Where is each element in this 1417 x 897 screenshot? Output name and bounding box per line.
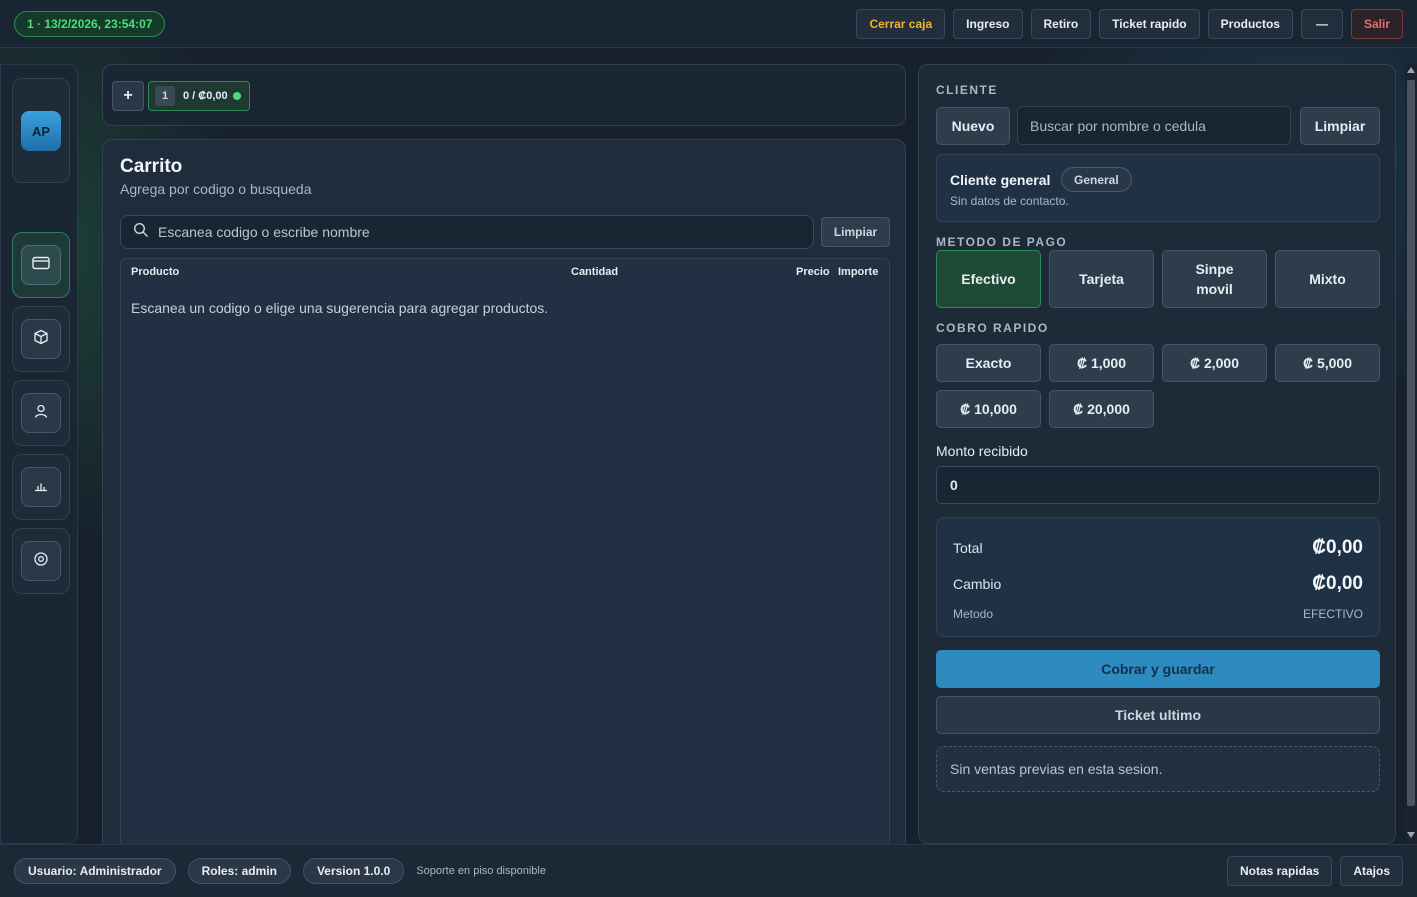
support-status: Soporte en piso disponible: [416, 865, 546, 877]
footer-actions: Notas rapidas Atajos: [1226, 856, 1403, 886]
payment-mixed-button[interactable]: Mixto: [1275, 250, 1380, 308]
empty-cart-message: Escanea un codigo o elige una sugerencia…: [131, 300, 549, 316]
top-bar: 1 · 13/2/2026, 23:54:07 Cerrar caja Ingr…: [0, 0, 1417, 48]
scrollbar[interactable]: [1405, 64, 1417, 844]
quick-exact-button[interactable]: Exacto: [936, 344, 1041, 382]
shortcuts-button[interactable]: Atajos: [1340, 856, 1403, 886]
amount-received-box: [936, 466, 1380, 504]
user-badge: Usuario: Administrador: [14, 858, 176, 884]
payment-summary: Total ₡0,00 Cambio ₡0,00 Metodo EFECTIVO: [936, 517, 1380, 637]
add-cart-button[interactable]: +: [112, 81, 144, 111]
sidebar-item-sales[interactable]: [12, 232, 70, 298]
footer: Usuario: Administrador Roles: admin Vers…: [0, 844, 1417, 897]
previous-sales-message: Sin ventas previas en esta sesion.: [936, 746, 1380, 792]
last-ticket-button[interactable]: Ticket ultimo: [936, 696, 1380, 734]
sidebar-item-reports[interactable]: [12, 454, 70, 520]
quick-5000-button[interactable]: ₡ 5,000: [1275, 344, 1380, 382]
sidebar-item-settings[interactable]: [12, 528, 70, 594]
column-header-product: Producto: [131, 266, 180, 278]
credit-card-icon: [32, 256, 50, 275]
scroll-up-icon[interactable]: [1407, 67, 1415, 73]
client-card[interactable]: Cliente general General Sin datos de con…: [936, 154, 1380, 222]
payment-card-button[interactable]: Tarjeta: [1049, 250, 1154, 308]
client-section-label: CLIENTE: [936, 83, 998, 97]
payment-sinpe-button[interactable]: Sinpe movil: [1162, 250, 1267, 308]
minimize-button[interactable]: —: [1300, 8, 1343, 39]
total-label: Total: [953, 540, 983, 556]
sidebar-item-clients[interactable]: [12, 380, 70, 446]
client-search-box: [1017, 106, 1291, 145]
exit-button[interactable]: Salir: [1350, 8, 1403, 39]
payment-cash-button[interactable]: Efectivo: [936, 250, 1041, 308]
search-icon: [133, 222, 149, 243]
amount-received-input[interactable]: [950, 477, 1370, 493]
user-icon: [33, 403, 49, 424]
cart-tab[interactable]: 1 0 / ₡0,00: [148, 81, 250, 111]
session-badge: 1 · 13/2/2026, 23:54:07: [14, 10, 166, 37]
client-name: Cliente general: [950, 172, 1051, 188]
method-label: Metodo: [953, 607, 994, 621]
quick-20000-button[interactable]: ₡ 20,000: [1049, 390, 1154, 428]
settings-icon: [33, 551, 49, 572]
cart-panel: Carrito Agrega por codigo o busqueda Lim…: [102, 139, 906, 860]
change-label: Cambio: [953, 576, 1002, 592]
cart-tab-number: 1: [155, 86, 175, 106]
avatar-container: AP: [12, 78, 70, 183]
change-value: ₡0,00: [1312, 573, 1363, 594]
clear-search-button[interactable]: Limpiar: [821, 217, 890, 247]
bar-chart-icon: [33, 477, 49, 498]
cash-in-button[interactable]: Ingreso: [953, 8, 1023, 39]
box-icon: [33, 329, 49, 350]
cart-subtitle: Agrega por codigo o busqueda: [120, 181, 312, 197]
version-badge: Version 1.0.0: [302, 858, 405, 884]
avatar[interactable]: AP: [21, 111, 61, 151]
clear-client-button[interactable]: Limpiar: [1300, 107, 1380, 145]
scroll-down-icon[interactable]: [1407, 832, 1415, 838]
quick-2000-button[interactable]: ₡ 2,000: [1162, 344, 1267, 382]
top-actions: Cerrar caja Ingreso Retiro Ticket rapido…: [856, 8, 1403, 39]
quick-charge-label: COBRO RAPIDO: [936, 321, 1049, 335]
client-search-input[interactable]: [1030, 117, 1280, 134]
quick-notes-button[interactable]: Notas rapidas: [1226, 856, 1333, 886]
product-search-box: [120, 215, 814, 249]
cart-tab-total: 0 / ₡0,00: [183, 90, 228, 102]
product-search-input[interactable]: [158, 224, 798, 240]
cart-tabs-bar: + 1 0 / ₡0,00: [102, 64, 906, 126]
amount-received-label: Monto recibido: [936, 443, 1028, 459]
payment-method-label: METODO DE PAGO: [936, 235, 1068, 249]
column-header-quantity: Cantidad: [571, 266, 619, 278]
quick-1000-button[interactable]: ₡ 1,000: [1049, 344, 1154, 382]
new-client-button[interactable]: Nuevo: [936, 107, 1010, 145]
charge-and-save-button[interactable]: Cobrar y guardar: [936, 650, 1380, 688]
scroll-thumb[interactable]: [1407, 80, 1415, 806]
client-contact: Sin datos de contacto.: [950, 194, 1069, 208]
products-button[interactable]: Productos: [1207, 8, 1293, 39]
cart-table: Producto Cantidad Precio Importe Escanea…: [120, 258, 890, 860]
sidebar-item-products[interactable]: [12, 306, 70, 372]
sidebar: AP: [0, 64, 78, 844]
close-register-button[interactable]: Cerrar caja: [856, 8, 946, 39]
total-value: ₡0,00: [1312, 537, 1363, 558]
cash-out-button[interactable]: Retiro: [1030, 8, 1092, 39]
status-dot-icon: [232, 92, 241, 100]
quick-10000-button[interactable]: ₡ 10,000: [936, 390, 1041, 428]
client-type-badge: General: [1061, 167, 1132, 192]
column-header-price: Precio: [796, 266, 830, 278]
checkout-panel: CLIENTE Nuevo Limpiar Cliente general Ge…: [918, 64, 1396, 844]
column-header-amount: Importe: [838, 266, 879, 278]
quick-ticket-button[interactable]: Ticket rapido: [1099, 8, 1200, 39]
method-value: EFECTIVO: [1302, 607, 1363, 621]
roles-badge: Roles: admin: [187, 858, 291, 884]
cart-title: Carrito: [120, 156, 183, 177]
